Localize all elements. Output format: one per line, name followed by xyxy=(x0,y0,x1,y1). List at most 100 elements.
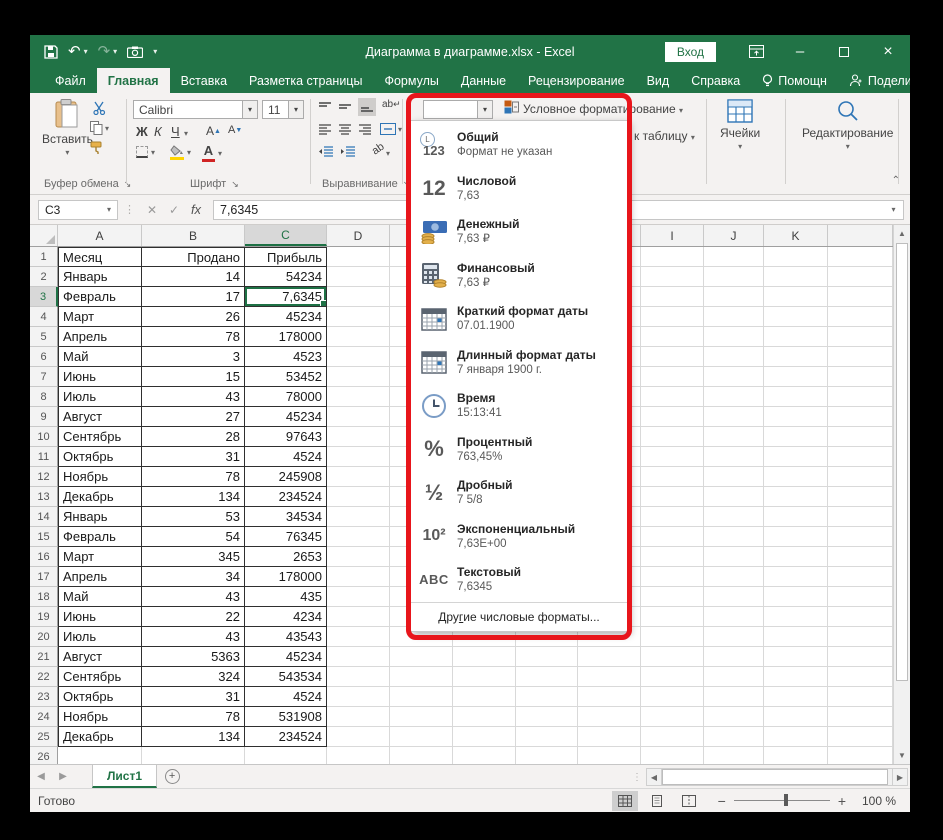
font-color-button[interactable]: А ▾ xyxy=(202,144,222,162)
format-menu-item-9[interactable]: ½Дробный7 5/8 xyxy=(411,471,627,515)
row-header-25[interactable]: 25 xyxy=(30,727,58,747)
cell-B9[interactable]: 27 xyxy=(142,407,245,427)
wrap-text-icon[interactable]: ab↵ xyxy=(382,99,401,110)
format-painter-icon[interactable] xyxy=(90,141,104,155)
cell-D8[interactable] xyxy=(327,387,390,407)
cell-J21[interactable] xyxy=(704,647,764,667)
cell-C6[interactable]: 4523 xyxy=(245,347,327,367)
tab-help[interactable]: Справка xyxy=(680,68,751,93)
row-header-8[interactable]: 8 xyxy=(30,387,58,407)
merge-center-icon[interactable]: ▾ xyxy=(380,123,402,135)
cell-K7[interactable] xyxy=(764,367,828,387)
format-menu-item-8[interactable]: %Процентный763,45% xyxy=(411,428,627,472)
cell-C19[interactable]: 4234 xyxy=(245,607,327,627)
row-header-3[interactable]: 3 xyxy=(30,287,58,307)
cell-A10[interactable]: Сентябрь xyxy=(58,427,142,447)
horizontal-scroll-thumb[interactable] xyxy=(662,769,888,785)
cell-A25[interactable]: Декабрь xyxy=(58,727,142,747)
cell-D1[interactable] xyxy=(327,247,390,267)
cell-J4[interactable] xyxy=(704,307,764,327)
page-layout-view-icon[interactable] xyxy=(644,791,670,811)
cell-A3[interactable]: Февраль xyxy=(58,287,142,307)
orientation-dropdown-icon[interactable]: ▾ xyxy=(386,149,390,158)
customize-qat-icon[interactable]: ▾ xyxy=(153,47,157,56)
row-header-2[interactable]: 2 xyxy=(30,267,58,287)
column-header-I[interactable]: I xyxy=(641,225,704,246)
cell-D7[interactable] xyxy=(327,367,390,387)
row-header-10[interactable]: 10 xyxy=(30,427,58,447)
cell-C14[interactable]: 34534 xyxy=(245,507,327,527)
cell-K22[interactable] xyxy=(764,667,828,687)
confirm-entry-icon[interactable]: ✓ xyxy=(163,203,185,217)
cell-C8[interactable]: 78000 xyxy=(245,387,327,407)
cell-G24[interactable] xyxy=(516,707,578,727)
cell-I5[interactable] xyxy=(641,327,704,347)
cell-A14[interactable]: Январь xyxy=(58,507,142,527)
cell-D21[interactable] xyxy=(327,647,390,667)
cell-K26[interactable] xyxy=(764,747,828,764)
cell-K8[interactable] xyxy=(764,387,828,407)
prev-sheet-icon[interactable]: ◀ xyxy=(30,765,52,788)
format-menu-item-7[interactable]: Время15:13:41 xyxy=(411,384,627,428)
formula-bar-splitter[interactable]: ⋮ xyxy=(124,203,135,216)
cell-G22[interactable] xyxy=(516,667,578,687)
cell-E24[interactable] xyxy=(390,707,453,727)
cell-C1[interactable]: Прибыль xyxy=(245,247,327,267)
page-break-view-icon[interactable] xyxy=(676,791,702,811)
row-header-11[interactable]: 11 xyxy=(30,447,58,467)
redo-dropdown-icon[interactable]: ▾ xyxy=(113,47,117,56)
cell-C9[interactable]: 45234 xyxy=(245,407,327,427)
cell-I22[interactable] xyxy=(641,667,704,687)
cell-H25[interactable] xyxy=(578,727,641,747)
font-family-combo[interactable]: Calibri▾ xyxy=(133,100,258,119)
zoom-level[interactable]: 100 % xyxy=(852,794,896,808)
cell-C18[interactable]: 435 xyxy=(245,587,327,607)
tab-file[interactable]: Файл xyxy=(44,68,97,93)
editing-group-button[interactable]: Редактирование ▾ xyxy=(802,99,893,151)
cell-I12[interactable] xyxy=(641,467,704,487)
cell-B4[interactable]: 26 xyxy=(142,307,245,327)
cell-I24[interactable] xyxy=(641,707,704,727)
cell-D2[interactable] xyxy=(327,267,390,287)
format-menu-item-5[interactable]: Краткий формат даты07.01.1900 xyxy=(411,297,627,341)
font-size-dropdown-icon[interactable]: ▾ xyxy=(288,101,303,118)
cell-A20[interactable]: Июль xyxy=(58,627,142,647)
cell-I6[interactable] xyxy=(641,347,704,367)
italic-button[interactable]: К xyxy=(154,124,162,139)
cell-A1[interactable]: Месяц xyxy=(58,247,142,267)
format-menu-item-2[interactable]: 12Числовой7,63 xyxy=(411,167,627,211)
cell-J15[interactable] xyxy=(704,527,764,547)
cell-J9[interactable] xyxy=(704,407,764,427)
cell-K1[interactable] xyxy=(764,247,828,267)
cell-B10[interactable]: 28 xyxy=(142,427,245,447)
cell-J8[interactable] xyxy=(704,387,764,407)
undo-button[interactable]: ↶ xyxy=(68,44,81,59)
cell-C11[interactable]: 4524 xyxy=(245,447,327,467)
cell-D20[interactable] xyxy=(327,627,390,647)
cell-D14[interactable] xyxy=(327,507,390,527)
scroll-left-icon[interactable]: ◀ xyxy=(646,768,662,786)
cell-C23[interactable]: 4524 xyxy=(245,687,327,707)
cell-J20[interactable] xyxy=(704,627,764,647)
cell-C16[interactable]: 2653 xyxy=(245,547,327,567)
cell-I4[interactable] xyxy=(641,307,704,327)
cell-B18[interactable]: 43 xyxy=(142,587,245,607)
cell-D25[interactable] xyxy=(327,727,390,747)
cell-F24[interactable] xyxy=(453,707,516,727)
cell-J22[interactable] xyxy=(704,667,764,687)
cell-D26[interactable] xyxy=(327,747,390,764)
vertical-scroll-thumb[interactable] xyxy=(896,243,908,681)
cell-D6[interactable] xyxy=(327,347,390,367)
cell-C20[interactable]: 43543 xyxy=(245,627,327,647)
cell-A4[interactable]: Март xyxy=(58,307,142,327)
cell-C3[interactable]: 7,6345 xyxy=(245,287,327,307)
tab-assistant[interactable]: Помощн xyxy=(751,68,838,93)
cell-K14[interactable] xyxy=(764,507,828,527)
cell-K11[interactable] xyxy=(764,447,828,467)
cell-A6[interactable]: Май xyxy=(58,347,142,367)
align-middle-icon[interactable] xyxy=(338,101,352,113)
cell-J5[interactable] xyxy=(704,327,764,347)
minimize-button[interactable]: – xyxy=(778,35,822,68)
cell-C21[interactable]: 45234 xyxy=(245,647,327,667)
cell-J14[interactable] xyxy=(704,507,764,527)
